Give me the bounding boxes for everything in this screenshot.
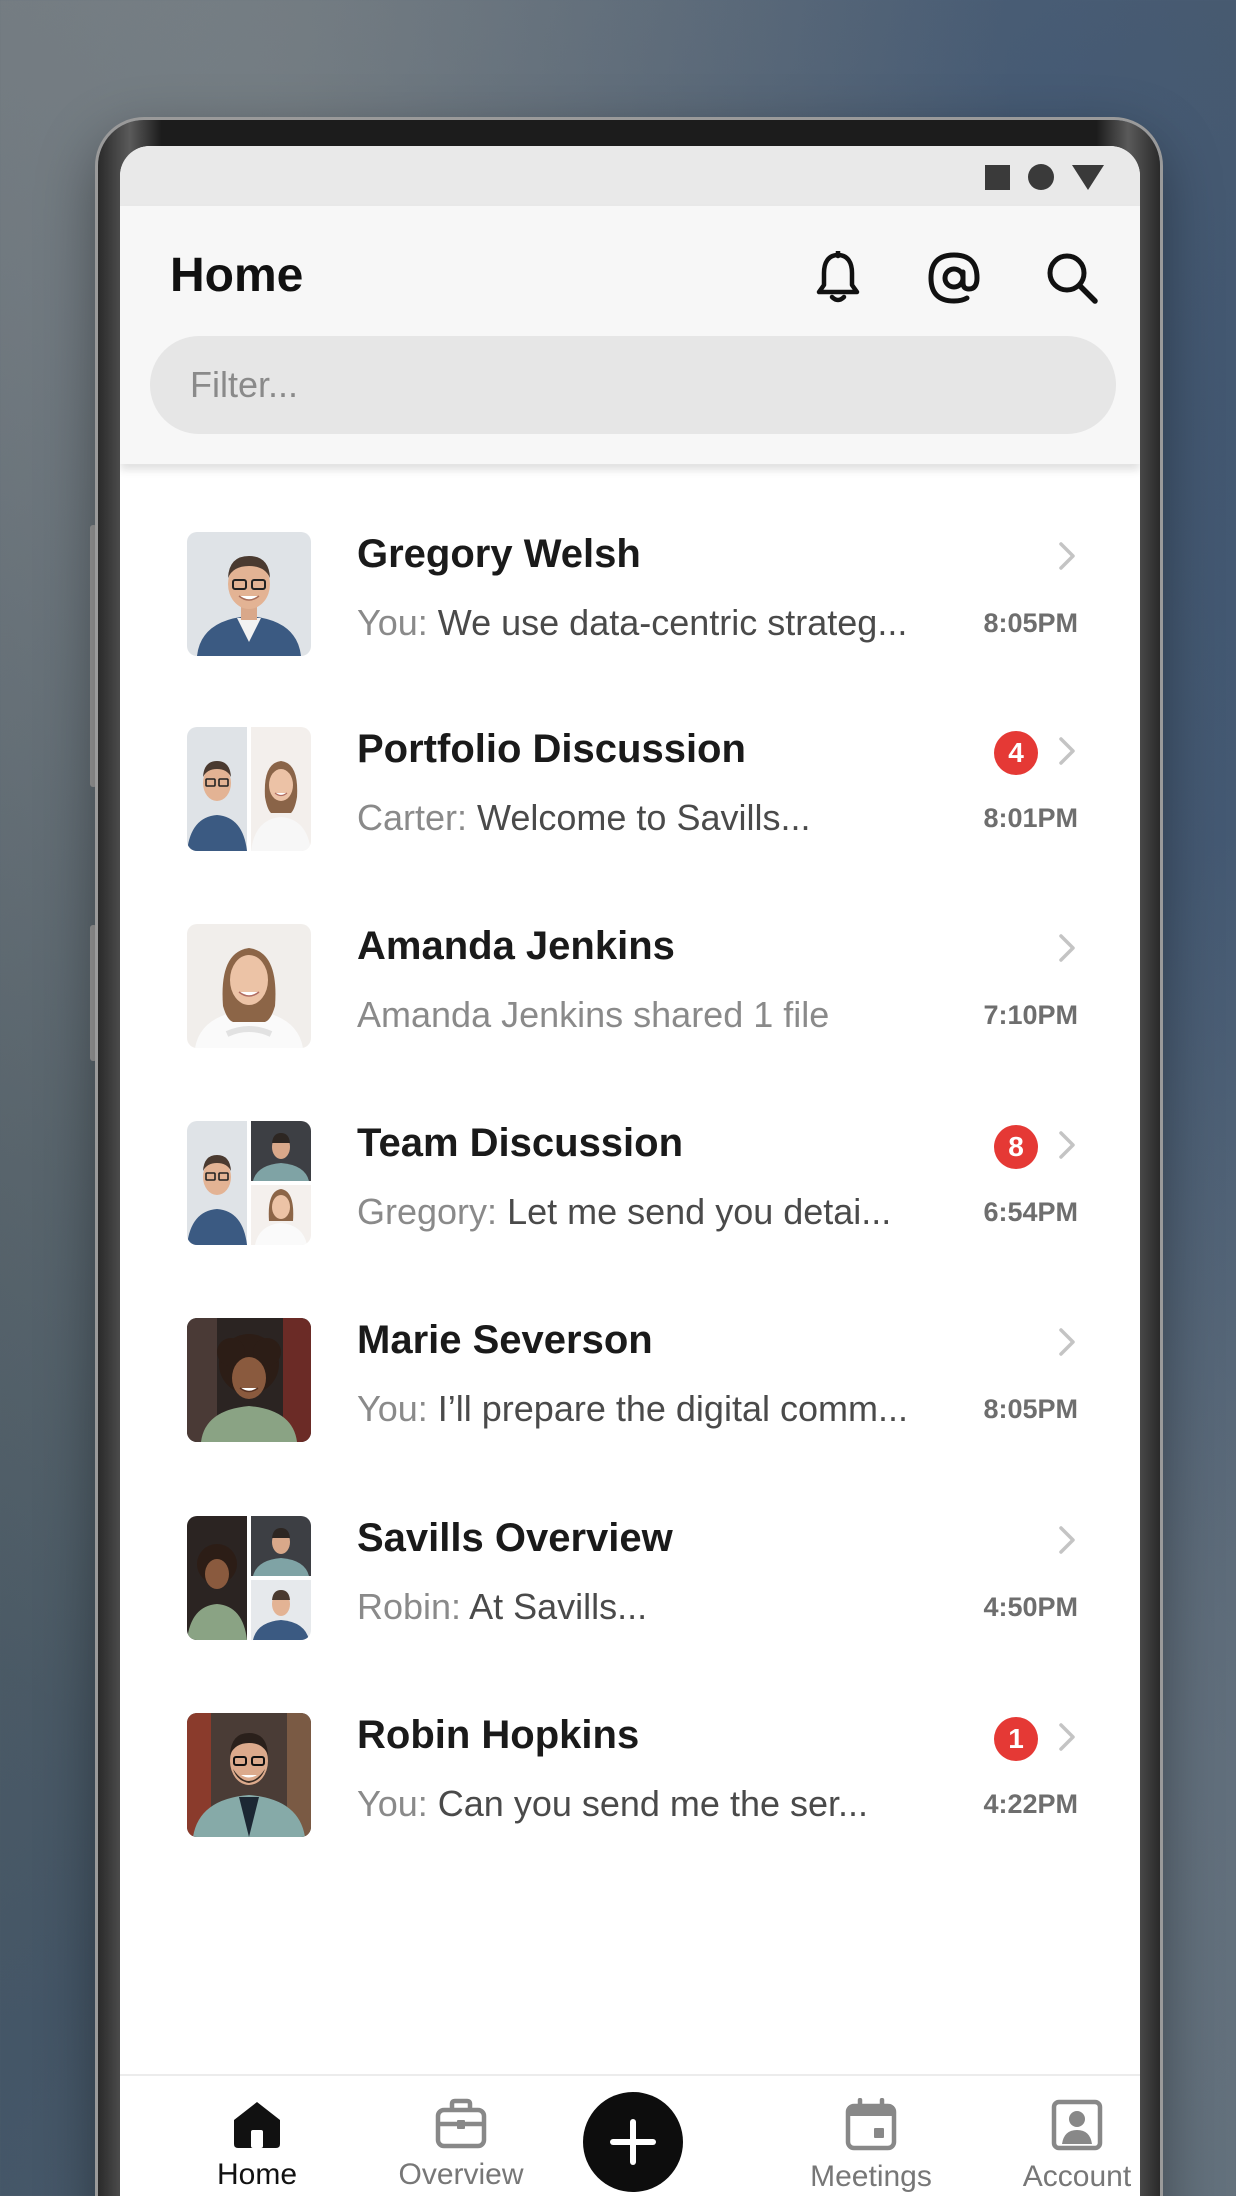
add-button[interactable] — [583, 2092, 683, 2192]
search-icon[interactable] — [1042, 248, 1102, 308]
bell-icon[interactable] — [808, 248, 868, 308]
conversation-preview: You: I’ll prepare the digital comm... — [357, 1388, 908, 1429]
unread-badge: 4 — [994, 731, 1038, 775]
calendar-icon — [845, 2098, 897, 2151]
conversation-name: Robin Hopkins — [357, 1713, 640, 1757]
tab-overview[interactable]: Overview — [376, 2098, 546, 2192]
conversation-row[interactable]: Team Discussion Gregory: Let me send you… — [120, 1053, 1140, 1249]
avatar — [187, 1713, 311, 1837]
chevron-right-icon — [1059, 1723, 1075, 1751]
conversation-row[interactable]: Amanda Jenkins Amanda Jenkins shared 1 f… — [120, 856, 1140, 1052]
tab-label: Overview — [398, 2158, 524, 2191]
conversation-preview: Gregory: Let me send you detai... — [357, 1191, 892, 1232]
conversation-name: Portfolio Discussion — [357, 727, 746, 771]
plus-icon — [610, 2119, 656, 2165]
square-icon — [985, 164, 1010, 190]
page-title: Home — [170, 249, 304, 302]
conversation-name: Team Discussion — [357, 1121, 684, 1165]
conversation-name: Marie Severson — [357, 1318, 653, 1362]
conversation-time: 7:10PM — [983, 1000, 1078, 1030]
app-header: Home — [120, 206, 1140, 464]
filter-input[interactable] — [150, 336, 1116, 434]
group-avatar — [187, 1121, 311, 1245]
briefcase-icon — [435, 2098, 487, 2149]
avatar — [187, 924, 311, 1048]
status-bar — [120, 146, 1140, 206]
home-icon — [234, 2102, 280, 2148]
tab-home[interactable]: Home — [172, 2098, 342, 2192]
conversation-time: 6:54PM — [983, 1197, 1078, 1227]
account-icon — [1051, 2099, 1103, 2151]
phone-side-button — [90, 925, 97, 1061]
chevron-right-icon — [1059, 1328, 1075, 1356]
conversation-row[interactable]: Marie Severson You: I’ll prepare the dig… — [120, 1250, 1140, 1446]
unread-badge: 8 — [994, 1125, 1038, 1169]
conversation-preview: You: Can you send me the ser... — [357, 1783, 869, 1824]
chevron-right-icon — [1059, 1526, 1075, 1554]
chevron-right-icon — [1059, 542, 1075, 570]
tab-account[interactable]: Account — [992, 2098, 1140, 2194]
bottom-tab-bar: Home Overview Meetings Account — [120, 2074, 1140, 2196]
conversation-time: 8:05PM — [983, 1394, 1078, 1424]
avatar — [187, 1318, 311, 1442]
conversation-preview: Carter: Welcome to Savills... — [357, 797, 811, 838]
conversation-row[interactable]: Savills Overview Robin: At Savills... 4:… — [120, 1448, 1140, 1644]
tab-label: Meetings — [810, 2160, 932, 2193]
circle-icon — [1028, 164, 1054, 190]
avatar — [187, 532, 311, 656]
tab-label: Home — [216, 2158, 298, 2191]
conversation-preview: Robin: At Savills... — [357, 1586, 648, 1627]
phone-side-button — [90, 525, 97, 787]
conversation-row[interactable]: Gregory Welsh You: We use data-centric s… — [120, 464, 1140, 660]
conversation-row[interactable]: Portfolio Discussion Carter: Welcome to … — [120, 659, 1140, 855]
conversation-preview: You: We use data-centric strateg... — [357, 602, 908, 643]
conversation-name: Gregory Welsh — [357, 532, 641, 576]
group-avatar — [187, 1516, 311, 1640]
unread-badge: 1 — [994, 1717, 1038, 1761]
triangle-icon — [1072, 164, 1104, 190]
at-icon[interactable] — [924, 248, 984, 308]
conversation-time: 8:05PM — [983, 608, 1078, 638]
conversation-preview: Amanda Jenkins shared 1 file — [357, 994, 830, 1035]
group-avatar — [187, 727, 311, 851]
conversation-time: 8:01PM — [983, 803, 1078, 833]
chevron-right-icon — [1059, 1131, 1075, 1159]
conversation-row[interactable]: Robin Hopkins You: Can you send me the s… — [120, 1645, 1140, 1841]
conversation-name: Savills Overview — [357, 1516, 673, 1560]
conversation-time: 4:22PM — [983, 1789, 1078, 1819]
chevron-right-icon — [1059, 934, 1075, 962]
phone-screen: Home Filter... Gregory Welsh You: We use… — [120, 146, 1140, 2196]
tab-meetings[interactable]: Meetings — [786, 2098, 956, 2194]
tab-label: Account — [1022, 2160, 1132, 2193]
chevron-right-icon — [1059, 737, 1075, 765]
conversation-name: Amanda Jenkins — [357, 924, 675, 968]
conversation-time: 4:50PM — [983, 1592, 1078, 1622]
